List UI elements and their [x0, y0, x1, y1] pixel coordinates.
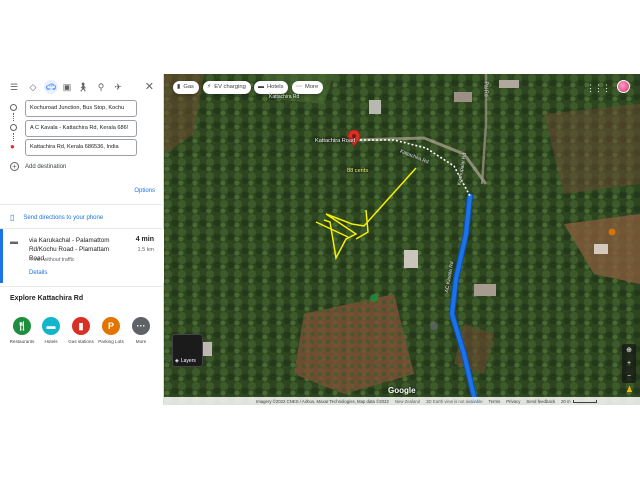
details-link[interactable]: Details — [29, 270, 47, 276]
road-label: Kattachira Rd — [269, 94, 300, 100]
options-link[interactable]: Options — [134, 188, 155, 194]
satellite-imagery — [164, 74, 640, 405]
divider — [0, 286, 164, 287]
origin-dot-icon — [10, 104, 17, 111]
gas-icon: ▮ — [177, 84, 181, 90]
place-label[interactable]: Kattachira Road — [315, 138, 355, 144]
more-icon: ··· — [132, 317, 150, 335]
directions-panel: ☰ ◇ 🚗︎ ▣ 🚶︎ ⚲ ✈︎ ✕ ● Kochuroad Junction,… — [0, 74, 164, 405]
flight-icon[interactable]: ✈︎ — [111, 80, 125, 94]
category-label: Gas stations — [68, 339, 94, 344]
ev-charging-icon: ⚡︎ — [207, 84, 212, 90]
privacy-link[interactable]: Privacy — [506, 399, 520, 404]
road-label: Pal Rd — [482, 81, 489, 97]
chip-label: EV charging — [214, 84, 246, 90]
map-controls: ⊕ + − — [622, 344, 636, 383]
best-mode-icon[interactable]: ◇ — [26, 80, 40, 94]
chip-label: Gas — [183, 84, 194, 90]
category-gas-stations[interactable]: ▮ Gas stations — [66, 317, 96, 344]
layers-label-row: ◈ Layers — [175, 358, 196, 364]
chip-more[interactable]: ⋯ More — [292, 81, 324, 94]
feedback-link[interactable]: Send feedback — [526, 399, 555, 404]
travel-mode-bar: ☰ ◇ 🚗︎ ▣ 🚶︎ ⚲ ✈︎ — [0, 80, 164, 96]
route-connector — [13, 113, 14, 121]
car-icon: ▬ — [10, 237, 18, 246]
google-logo: Google — [388, 386, 416, 395]
satellite-map[interactable]: ▮ Gas ⚡︎ EV charging ▬ Hotels ⋯ More ⋮⋮⋮ Kat… — [164, 74, 640, 405]
zoom-out-button[interactable]: − — [622, 370, 636, 383]
plus-icon: + — [10, 162, 19, 171]
category-parking[interactable]: P Parking Lots — [96, 317, 126, 344]
destination-pin-icon: ● — [10, 142, 15, 151]
imagery-credit: Imagery ©2022 CNES / Airbus, Maxar Techn… — [256, 398, 389, 404]
route-distance: 1.5 km — [137, 247, 154, 253]
chip-gas[interactable]: ▮ Gas — [173, 81, 199, 94]
walk-icon[interactable]: 🚶︎ — [76, 80, 90, 94]
bicycle-icon[interactable]: ⚲ — [94, 80, 108, 94]
add-destination-label: Add destination — [25, 163, 67, 170]
close-icon[interactable]: ✕ — [145, 80, 154, 93]
apps-grid-icon[interactable]: ⋮⋮⋮ — [586, 83, 611, 94]
add-destination-button[interactable]: + Add destination — [10, 162, 66, 171]
terms-link[interactable]: Terms — [489, 399, 501, 404]
waypoint-dot-icon — [10, 124, 17, 131]
country-link[interactable]: New Zealand — [395, 399, 420, 404]
more-icon: ⋯ — [296, 84, 302, 90]
route-connector — [13, 133, 14, 141]
transit-icon[interactable]: ▣ — [60, 80, 74, 94]
car-icon[interactable]: 🚗︎ — [44, 80, 58, 94]
category-label: Parking Lots — [98, 339, 124, 344]
earth-view-note: 3D Earth view is not available — [426, 398, 483, 404]
category-hotels[interactable]: ▬ Hotels — [36, 317, 66, 344]
category-more[interactable]: ··· More — [126, 317, 156, 344]
layers-icon: ◈ — [175, 358, 179, 364]
category-restaurants[interactable]: 🍴︎ Restaurants — [7, 317, 37, 344]
scale-indicator[interactable]: 20 m — [561, 399, 597, 404]
maps-window: ☰ ◇ 🚗︎ ▣ 🚶︎ ⚲ ✈︎ ✕ ● Kochuroad Junction,… — [0, 74, 640, 405]
origin-input[interactable]: Kochuroad Junction, Bus Stop, Kochu — [25, 100, 137, 117]
avatar[interactable] — [617, 80, 630, 93]
restaurant-icon: 🍴︎ — [13, 317, 31, 335]
parking-icon: P — [102, 317, 120, 335]
menu-icon[interactable]: ☰ — [7, 80, 21, 94]
hotel-icon: ▬ — [258, 84, 264, 90]
measure-label: 88 cents — [347, 168, 369, 174]
chip-ev-charging[interactable]: ⚡︎ EV charging — [203, 81, 251, 94]
chip-label: More — [305, 84, 319, 90]
route-time: 4 min — [135, 236, 154, 243]
zoom-in-button[interactable]: + — [622, 357, 636, 370]
scale-bar — [572, 399, 597, 403]
category-label: More — [135, 339, 147, 344]
layers-button[interactable]: ◈ Layers — [172, 334, 203, 367]
explore-categories: 🍴︎ Restaurants ▬ Hotels ▮ Gas stations P… — [0, 317, 164, 357]
divider — [0, 204, 164, 205]
my-location-icon[interactable]: ⊕ — [622, 344, 636, 357]
chip-hotels[interactable]: ▬ Hotels — [254, 81, 289, 94]
street-view-pegman-icon[interactable]: ♟︎ — [626, 385, 633, 394]
gas-icon: ▮ — [72, 317, 90, 335]
phone-icon: ▯ — [10, 213, 15, 222]
route-option-card[interactable]: ▬ via Karukachal - Palamattom Rd/Kochu R… — [0, 229, 164, 283]
layers-label: Layers — [180, 358, 196, 364]
send-to-phone-label: Send directions to your phone — [23, 214, 104, 221]
scale-label: 20 m — [561, 398, 571, 404]
category-label: Hotels — [44, 339, 58, 344]
send-to-phone-button[interactable]: ▯ Send directions to your phone — [10, 213, 103, 222]
chip-label: Hotels — [267, 84, 284, 90]
route-traffic: 4 min without traffic — [29, 257, 75, 263]
destination-input[interactable]: Kattachira Rd, Kerala 686536, India — [25, 139, 137, 156]
hotel-icon: ▬ — [42, 317, 60, 335]
explore-title: Explore Kattachira Rd — [10, 295, 84, 302]
map-footer: Imagery ©2022 CNES / Airbus, Maxar Techn… — [164, 397, 640, 405]
waypoint-input[interactable]: A C Kavala - Kattachira Rd, Kerala 686! — [25, 120, 137, 137]
category-label: Restaurants — [9, 339, 35, 344]
